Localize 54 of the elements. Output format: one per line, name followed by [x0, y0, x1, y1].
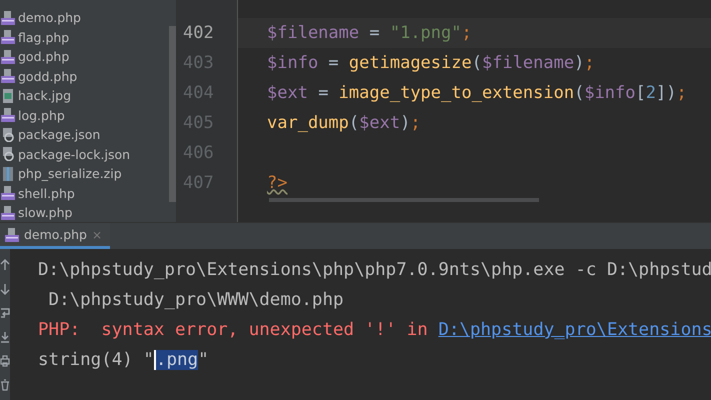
file-name: slow.php — [18, 205, 72, 220]
file-name: shell.php — [18, 186, 75, 201]
file-item[interactable]: php_serialize.zip — [0, 164, 169, 184]
php-file-icon — [1, 10, 15, 25]
wrap-icon[interactable] — [0, 307, 10, 319]
file-item[interactable]: shell.php — [0, 184, 169, 203]
file-item[interactable]: package.json — [0, 125, 169, 144]
file-name: demo.php — [18, 10, 81, 26]
json-file-icon — [1, 147, 15, 162]
console-output-text: " — [198, 350, 209, 370]
up-arrow-icon[interactable] — [0, 259, 10, 271]
file-item[interactable]: demo.php — [0, 8, 169, 28]
php-file-icon — [1, 206, 15, 220]
scrollbar[interactable] — [169, 26, 176, 202]
file-item[interactable]: slow.php — [0, 203, 169, 222]
code-line: var_dump($ext); — [267, 113, 421, 133]
file-item[interactable]: godd.php — [0, 66, 169, 86]
file-path-link[interactable]: D:\phpstudy_pro\Extensions — [438, 320, 711, 340]
file-name: godd.php — [18, 68, 78, 84]
file-item[interactable]: log.php — [0, 106, 169, 125]
php-file-icon — [1, 50, 15, 64]
file-name: php_serialize.zip — [18, 166, 122, 182]
file-name: package.json — [18, 127, 100, 142]
file-item[interactable]: god.php — [0, 47, 169, 66]
download-icon[interactable] — [0, 331, 10, 343]
file-name: flag.php — [18, 30, 70, 45]
code-line: $ext = image_type_to_extension($info[2]); — [267, 83, 687, 103]
error-output-text: PHP: syntax error, unexpected '!' in — [38, 320, 429, 340]
zip-file-icon — [1, 166, 15, 181]
php-file-icon — [1, 186, 15, 200]
php-file-icon — [1, 69, 15, 84]
trash-icon[interactable] — [0, 379, 10, 391]
console-output-text: string(4) " — [38, 350, 154, 370]
file-name: god.php — [18, 49, 70, 64]
file-item[interactable]: package-lock.json — [0, 144, 169, 164]
php-file-icon — [1, 30, 15, 44]
json-file-icon — [1, 128, 15, 142]
php-file-icon — [5, 228, 19, 242]
code-line: $filename = "1.png"; — [267, 23, 472, 43]
scrollbar[interactable] — [269, 198, 539, 202]
image-file-icon — [1, 88, 15, 103]
console-output-text: D:\phpstudy_pro\WWW\demo.php — [48, 290, 344, 310]
php-file-icon — [1, 108, 15, 122]
file-item[interactable]: hack.jpg — [0, 86, 169, 106]
file-name: log.php — [18, 108, 65, 123]
selected-text: .png — [154, 350, 198, 370]
down-arrow-icon[interactable] — [0, 283, 10, 295]
printer-icon[interactable] — [0, 355, 10, 367]
file-name: package-lock.json — [18, 146, 130, 162]
file-name: hack.jpg — [18, 88, 72, 104]
console-output-text: D:\phpstudy_pro\Extensions\php\php7.0.9nts\php.exe -c D:\phpstud — [38, 260, 711, 280]
code-line: ?> — [267, 173, 288, 193]
code-line: $info = getimagesize($filename); — [267, 53, 595, 73]
file-item[interactable]: flag.php — [0, 28, 169, 47]
